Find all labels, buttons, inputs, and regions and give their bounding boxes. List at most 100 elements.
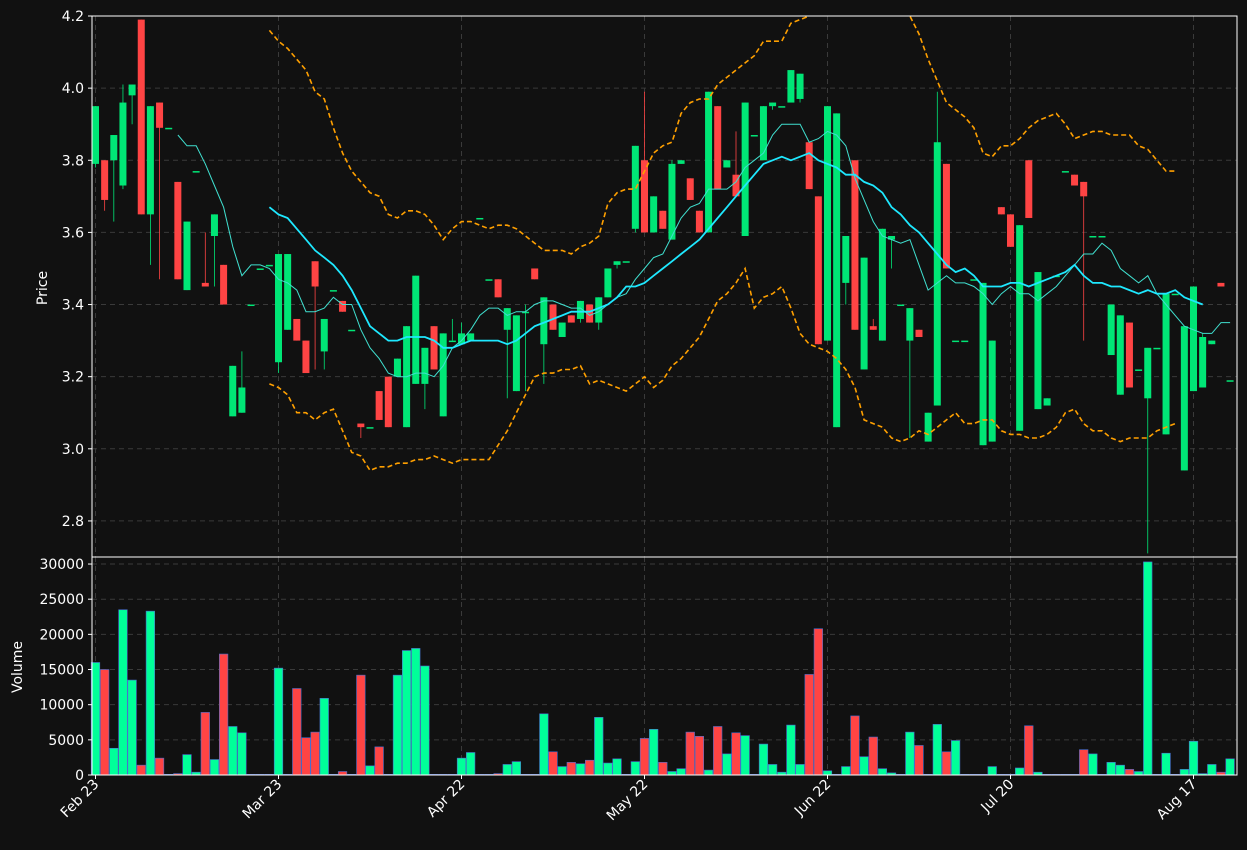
candle-body (92, 106, 99, 164)
volume-bar (1143, 561, 1153, 776)
candle-body (348, 329, 356, 332)
volume-bar (118, 609, 128, 776)
volume-bar (182, 754, 192, 776)
candle-body (421, 347, 429, 384)
candle-body (897, 304, 905, 307)
candle-body (1089, 236, 1097, 238)
volume-bar (850, 715, 860, 776)
candle-body (1116, 315, 1124, 395)
volume-bar (548, 751, 558, 776)
candlestick-chart: 2.8 3.0 3.2 3.4 3.6 3.8 4.0 4.2 0 5000 10000 15000 2… (0, 0, 1247, 846)
candle-body (558, 322, 566, 337)
candle-body (1080, 181, 1088, 197)
candle-body (531, 268, 539, 280)
volume-bar (1179, 769, 1189, 776)
candle-body (1144, 347, 1152, 399)
candle-body (796, 73, 804, 99)
candle-body (659, 210, 667, 229)
volume-bar (1015, 767, 1025, 776)
volume-tick-label: 0 (75, 768, 84, 784)
price-tick-label: 3.4 (62, 298, 84, 314)
candle-body (201, 282, 209, 287)
volume-bar (356, 674, 366, 776)
candle-body (915, 329, 923, 337)
volume-bar (539, 713, 549, 776)
volume-bar (987, 766, 997, 776)
candle-body (384, 376, 392, 428)
candle-body (393, 358, 401, 377)
price-axis-label: Price (35, 271, 51, 305)
volume-bar (1115, 764, 1125, 776)
candle-body (366, 427, 374, 429)
candle-body (503, 308, 511, 330)
volume-bar (136, 764, 146, 776)
chart-background (0, 0, 1247, 846)
volume-bar (209, 759, 220, 776)
volume-bar (411, 648, 421, 776)
candle-body (247, 304, 255, 307)
volume-bar (310, 731, 320, 776)
candle-body (128, 84, 136, 96)
volume-bar (594, 717, 604, 776)
volume-bar (584, 759, 595, 776)
candle-body (924, 412, 932, 442)
price-tick-label: 3.0 (62, 442, 84, 458)
candle-body (1180, 326, 1188, 471)
volume-bar (100, 669, 110, 776)
volume-bar (694, 736, 704, 776)
candle-body (1208, 340, 1216, 345)
volume-axis-label: Volume (10, 641, 26, 693)
volume-bar (127, 679, 137, 776)
candle-body (512, 315, 520, 392)
price-tick-label: 4.2 (62, 9, 84, 25)
volume-bar (941, 751, 952, 776)
volume-bar (795, 764, 805, 776)
volume-tick-label: 15000 (39, 663, 84, 679)
candle-body (997, 207, 1005, 215)
volume-bar (273, 667, 284, 776)
candle-body (275, 254, 282, 363)
candle-body (1226, 380, 1234, 382)
candle-body (156, 102, 164, 128)
candle-body (448, 340, 456, 343)
candle-body (320, 318, 328, 352)
volume-bar (630, 761, 640, 776)
candle-body (430, 326, 438, 370)
candle-body (723, 160, 731, 168)
volume-bar (145, 610, 156, 776)
candle-body (714, 106, 722, 190)
candle-body (146, 106, 154, 215)
volume-bar (1088, 753, 1098, 776)
candle-body (842, 236, 850, 283)
candle-body (1025, 160, 1033, 218)
candle-body (1007, 214, 1014, 247)
candle-body (238, 387, 246, 413)
price-tick-label: 2.8 (62, 514, 84, 530)
volume-bar (905, 731, 915, 776)
candle-body (1071, 174, 1079, 186)
volume-bar (1161, 752, 1171, 776)
candle-body (695, 210, 703, 233)
candle-body (183, 221, 191, 291)
candle-body (220, 264, 228, 305)
chart-canvas: 2.8 3.0 3.2 3.4 3.6 3.8 4.0 4.2 0 5000 10000 15000 2… (0, 0, 1247, 846)
volume-bar (703, 769, 714, 776)
candle-body (668, 163, 676, 240)
volume-bar (292, 688, 302, 776)
volume-bar (456, 757, 467, 776)
volume-bar (1106, 762, 1116, 776)
candle-body (494, 279, 502, 298)
candle-body (1034, 272, 1042, 410)
volume-bar (392, 674, 403, 776)
candle-body (1125, 322, 1133, 388)
volume-bar (667, 771, 677, 776)
volume-bar (813, 628, 823, 776)
volume-bar (758, 743, 769, 776)
volume-bar (914, 745, 924, 776)
candle-body (375, 391, 383, 420)
volume-tick-label: 30000 (39, 557, 84, 573)
volume-bar (767, 764, 778, 776)
volume-bar (200, 712, 210, 776)
volume-bar (420, 665, 430, 776)
volume-bar (1188, 740, 1199, 776)
